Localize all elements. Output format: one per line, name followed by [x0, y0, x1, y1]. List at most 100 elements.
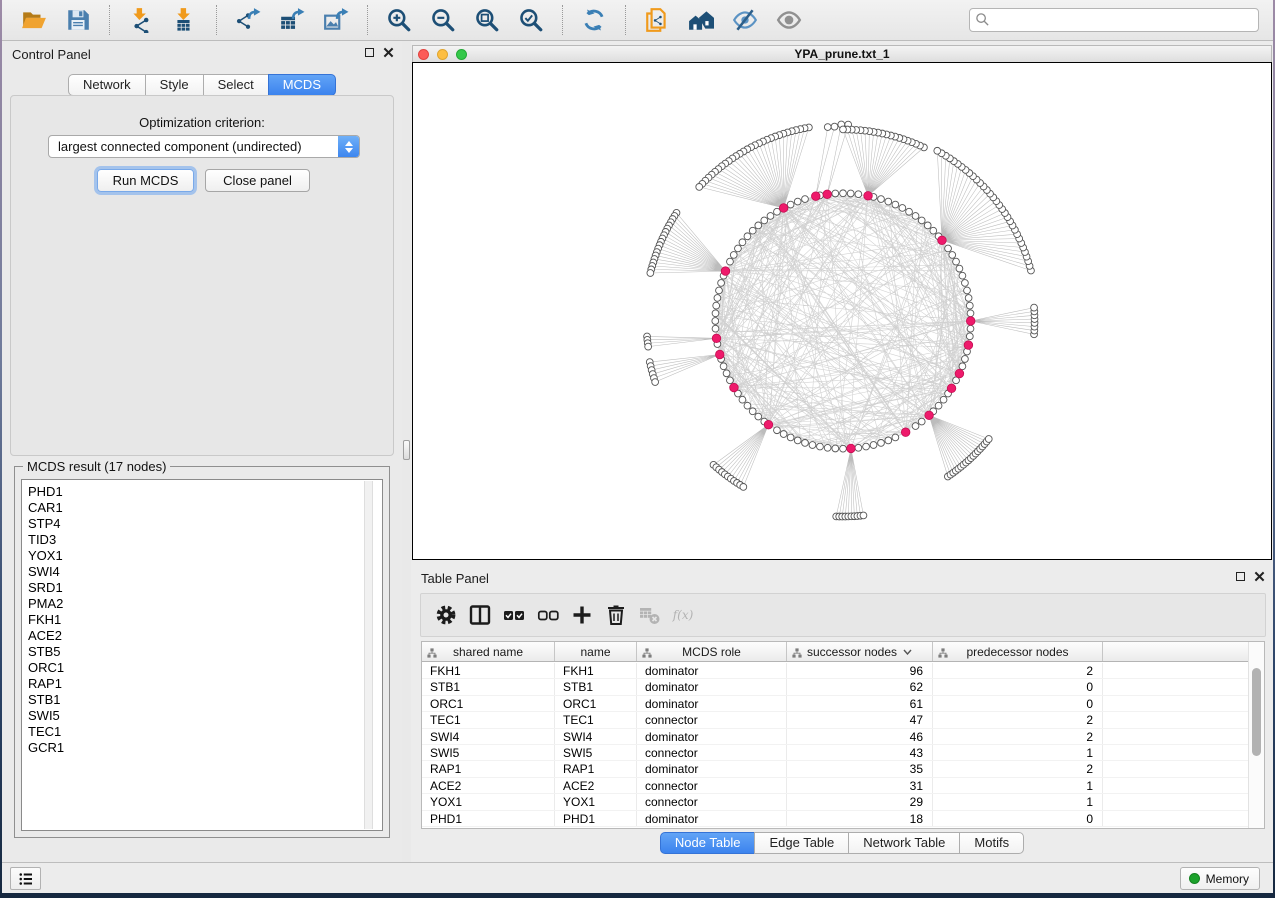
select-all-icon[interactable]	[497, 600, 531, 630]
network-graph[interactable]	[413, 63, 1271, 559]
float-panel-icon[interactable]	[365, 48, 374, 57]
mcds-result-node[interactable]: ORC1	[22, 660, 382, 676]
close-panel-icon[interactable]	[1254, 571, 1265, 582]
mcds-result-node[interactable]: TID3	[22, 532, 382, 548]
main-toolbar	[2, 0, 1273, 41]
column-header-predecessor-nodes[interactable]: predecessor nodes	[933, 642, 1103, 661]
mcds-result-node[interactable]: STP4	[22, 516, 382, 532]
save-session-icon[interactable]	[63, 5, 93, 35]
table-scrollbar[interactable]	[1248, 642, 1264, 828]
toolbar-separator	[367, 5, 368, 35]
mcds-result-node[interactable]: ACE2	[22, 628, 382, 644]
splitter-grip[interactable]	[403, 440, 410, 460]
table-row[interactable]: ORC1ORC1dominator610	[422, 696, 1248, 712]
open-file-icon[interactable]	[19, 5, 49, 35]
mcds-result-list[interactable]: PHD1CAR1STP4TID3YOX1SWI4SRD1PMA2FKH1ACE2…	[21, 479, 383, 831]
mcds-list-scrollbar[interactable]	[364, 481, 373, 829]
settings-icon[interactable]	[429, 600, 463, 630]
mcds-result-node[interactable]: PMA2	[22, 596, 382, 612]
float-panel-icon[interactable]	[1236, 572, 1245, 581]
column-header-successor-nodes[interactable]: successor nodes	[787, 642, 933, 661]
table-row[interactable]: SWI5SWI5connector431	[422, 745, 1248, 761]
export-table-icon[interactable]	[277, 5, 307, 35]
export-network-icon[interactable]	[233, 5, 263, 35]
task-history-button[interactable]	[10, 867, 41, 890]
mcds-result-node[interactable]: CAR1	[22, 500, 382, 516]
mcds-result-node[interactable]: STB5	[22, 644, 382, 660]
table-scrollbar-thumb[interactable]	[1252, 668, 1261, 756]
table-row[interactable]: TEC1TEC1connector472	[422, 712, 1248, 728]
shared-column-icon	[642, 647, 652, 661]
mcds-result-node[interactable]: SWI5	[22, 708, 382, 724]
apply-layout-icon[interactable]	[579, 5, 609, 35]
clone-network-icon[interactable]	[642, 5, 672, 35]
window-minimize-button[interactable]	[437, 49, 448, 60]
column-header-MCDS-role[interactable]: MCDS role	[637, 642, 787, 661]
mcds-result-node[interactable]: SWI4	[22, 564, 382, 580]
tab-node-table[interactable]: Node Table	[660, 832, 756, 854]
zoom-out-icon[interactable]	[428, 5, 458, 35]
search-icon	[975, 12, 990, 27]
close-panel-icon[interactable]	[383, 47, 394, 58]
tab-edge-table[interactable]: Edge Table	[754, 832, 849, 854]
table-row[interactable]: ACE2ACE2connector311	[422, 778, 1248, 794]
search-input[interactable]	[969, 8, 1259, 32]
shared-column-icon	[427, 647, 437, 661]
table-panel-tabs: Node TableEdge TableNetwork TableMotifs	[411, 832, 1273, 854]
tab-motifs[interactable]: Motifs	[959, 832, 1024, 854]
table-panel: Table Panel f(x) shared namenameMCDS rol…	[411, 565, 1273, 862]
tab-network-table[interactable]: Network Table	[848, 832, 960, 854]
import-table-icon[interactable]	[170, 5, 200, 35]
vertical-splitter[interactable]	[402, 41, 411, 862]
status-bar: Memory	[2, 862, 1273, 893]
close-panel-button[interactable]: Close panel	[205, 169, 310, 192]
zoom-in-icon[interactable]	[384, 5, 414, 35]
mcds-panel: Optimization criterion: largest connecte…	[10, 95, 394, 456]
window-maximize-button[interactable]	[456, 49, 467, 60]
optimization-criterion-select[interactable]: largest connected component (undirected)	[48, 135, 360, 158]
toolbar-separator	[562, 5, 563, 35]
network-window-titlebar[interactable]: YPA_prune.txt_1	[412, 45, 1272, 62]
first-neighbors-icon[interactable]	[686, 5, 716, 35]
split-panel-icon[interactable]	[463, 600, 497, 630]
control-panel-title: Control Panel	[12, 47, 91, 62]
table-row[interactable]: PHD1PHD1dominator180	[422, 811, 1248, 827]
import-network-icon[interactable]	[126, 5, 156, 35]
table-row[interactable]: YOX1YOX1connector291	[422, 794, 1248, 810]
mcds-result-node[interactable]: FKH1	[22, 612, 382, 628]
toolbar-separator	[109, 5, 110, 35]
table-row[interactable]: STB1STB1dominator620	[422, 679, 1248, 695]
delete-column-icon[interactable]	[599, 600, 633, 630]
toolbar-separator	[625, 5, 626, 35]
tab-style[interactable]: Style	[145, 74, 204, 96]
tab-network[interactable]: Network	[68, 74, 146, 96]
hide-selected-icon[interactable]	[730, 5, 760, 35]
deselect-all-icon[interactable]	[531, 600, 565, 630]
export-image-icon[interactable]	[321, 5, 351, 35]
tab-select[interactable]: Select	[203, 74, 269, 96]
column-header-name[interactable]: name	[555, 642, 637, 661]
zoom-selected-icon[interactable]	[516, 5, 546, 35]
show-all-icon[interactable]	[774, 5, 804, 35]
table-row[interactable]: RAP1RAP1dominator352	[422, 761, 1248, 777]
mcds-result-node[interactable]: RAP1	[22, 676, 382, 692]
zoom-fit-icon[interactable]	[472, 5, 502, 35]
sort-indicator-icon	[903, 649, 912, 655]
table-row[interactable]: SWI4SWI4dominator462	[422, 729, 1248, 745]
table-panel-title: Table Panel	[421, 571, 489, 586]
tab-mcds[interactable]: MCDS	[268, 74, 336, 96]
window-close-button[interactable]	[418, 49, 429, 60]
column-header-shared-name[interactable]: shared name	[422, 642, 555, 661]
mcds-result-node[interactable]: SRD1	[22, 580, 382, 596]
mcds-result-node[interactable]: STB1	[22, 692, 382, 708]
mcds-result-node[interactable]: GCR1	[22, 740, 382, 756]
add-column-icon[interactable]	[565, 600, 599, 630]
memory-button[interactable]: Memory	[1180, 867, 1260, 890]
run-mcds-button[interactable]: Run MCDS	[97, 169, 194, 192]
mcds-result-node[interactable]: PHD1	[22, 484, 382, 500]
table-row[interactable]: FKH1FKH1dominator962	[422, 663, 1248, 679]
mcds-result-node[interactable]: YOX1	[22, 548, 382, 564]
mcds-result-node[interactable]: TEC1	[22, 724, 382, 740]
network-canvas[interactable]	[412, 62, 1272, 560]
select-stepper-icon	[338, 136, 359, 157]
